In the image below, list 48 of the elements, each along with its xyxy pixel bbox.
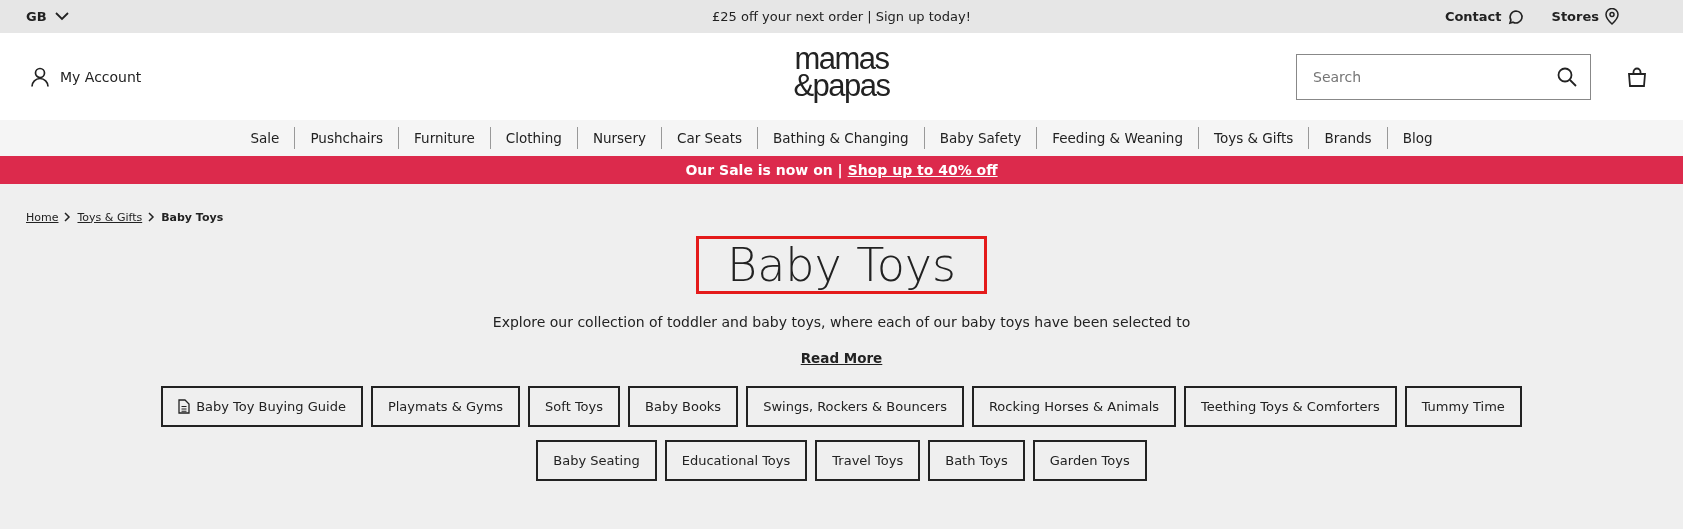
nav-link[interactable]: Toys & Gifts: [1197, 127, 1309, 149]
category-chip[interactable]: Bath Toys: [928, 440, 1025, 481]
promo-text[interactable]: £25 off your next order | Sign up today!: [712, 9, 971, 24]
category-chip[interactable]: Educational Toys: [664, 440, 808, 481]
category-chip[interactable]: Baby Toy Buying Guide: [161, 386, 363, 427]
account-link[interactable]: My Account: [30, 66, 142, 87]
sale-banner-text: Our Sale is now on |: [685, 162, 844, 178]
chevron-down-icon: [54, 12, 69, 21]
nav-link[interactable]: Bathing & Changing: [757, 127, 924, 149]
category-chip[interactable]: Teething Toys & Comforters: [1184, 386, 1397, 427]
category-chip[interactable]: Playmats & Gyms: [370, 386, 521, 427]
nav-link[interactable]: Sale: [235, 127, 295, 149]
category-chip[interactable]: Soft Toys: [528, 386, 621, 427]
category-description: Explore our collection of toddler and baby toys, where each of our baby toys have been selected to: [492, 314, 1191, 330]
nav-link[interactable]: Clothing: [489, 127, 577, 149]
top-link[interactable]: Contact: [1444, 8, 1524, 25]
chevron-right-icon: [64, 212, 72, 222]
nav-link[interactable]: Feeding & Weaning: [1036, 127, 1198, 149]
category-chip[interactable]: Travel Toys: [815, 440, 921, 481]
category-chip[interactable]: Garden Toys: [1032, 440, 1147, 481]
nav-link[interactable]: Blog: [1386, 127, 1448, 149]
nav-link[interactable]: Car Seats: [660, 127, 757, 149]
category-chip[interactable]: Baby Seating: [536, 440, 657, 481]
breadcrumb-current: Baby Toys: [161, 210, 224, 224]
shop-offer-link[interactable]: Shop up to 40% off: [847, 162, 998, 178]
nav-link[interactable]: Furniture: [398, 127, 490, 149]
breadcrumb-link[interactable]: Home: [26, 210, 59, 224]
location-pin-icon: [1605, 8, 1619, 25]
category-chip[interactable]: Tummy Time: [1404, 386, 1522, 427]
nav-link[interactable]: Brands: [1308, 127, 1387, 149]
shopping-bag-icon[interactable]: [1627, 66, 1647, 87]
chevron-right-icon: [148, 212, 156, 222]
person-icon: [30, 66, 50, 87]
document-icon: [178, 399, 191, 414]
nav-link[interactable]: Nursery: [576, 127, 661, 149]
nav-link[interactable]: Pushchairs: [294, 127, 399, 149]
page-title: Baby Toys: [696, 236, 987, 294]
top-link[interactable]: Stores: [1551, 8, 1619, 25]
breadcrumb-link[interactable]: Toys & Gifts: [77, 210, 143, 224]
search-icon[interactable]: [1557, 66, 1577, 87]
category-chip[interactable]: Rocking Horses & Animals: [971, 386, 1176, 427]
region-selector[interactable]: GB: [26, 9, 69, 24]
category-chip[interactable]: Baby Books: [628, 386, 739, 427]
read-more-link[interactable]: Read More: [800, 350, 883, 366]
category-chip[interactable]: Swings, Rockers & Bouncers: [746, 386, 964, 427]
search-field[interactable]: Search: [1296, 53, 1591, 100]
chat-icon: [1507, 8, 1524, 25]
nav-link[interactable]: Baby Safety: [923, 127, 1037, 149]
